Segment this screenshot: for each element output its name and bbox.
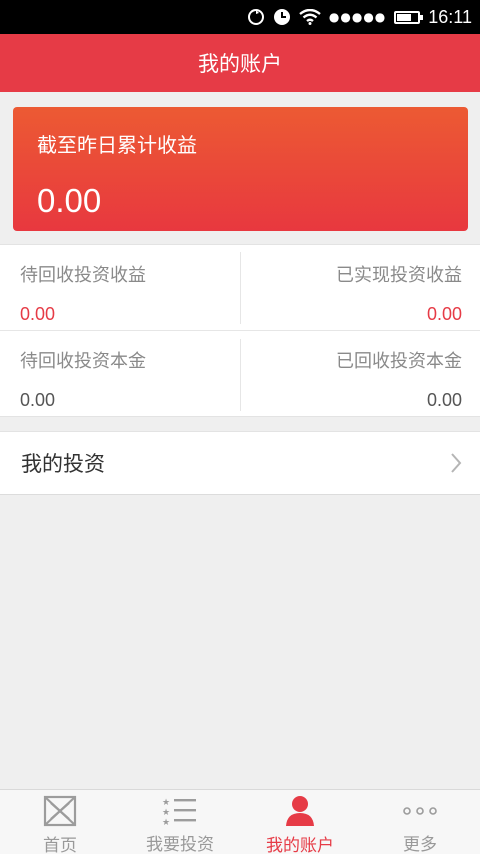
pending-principal-value: 0.00 <box>20 390 56 410</box>
stats-divider <box>240 252 241 324</box>
my-investments-label: 我的投资 <box>21 452 105 476</box>
realized-income-label: 已实现投资收益 <box>336 265 462 286</box>
status-time: 16:11 <box>428 6 472 27</box>
more-icon <box>402 795 438 826</box>
home-icon <box>43 795 77 827</box>
sync-icon <box>247 8 265 26</box>
stats-divider <box>240 339 241 411</box>
earnings-card: 截至昨日累计收益 0.00 <box>13 107 468 231</box>
stats-panel: 待回收投资收益 0.00 已实现投资收益 0.00 待回收投资本金 0.00 已… <box>0 244 480 417</box>
page-title: 我的账户 <box>198 52 282 76</box>
svg-text:★: ★ <box>162 818 170 826</box>
recovered-principal-cell: 已回收投资本金 0.00 <box>240 331 480 417</box>
earnings-value: 0.00 <box>37 182 102 219</box>
pending-principal-cell: 待回收投资本金 0.00 <box>0 331 240 417</box>
recovered-principal-value: 0.00 <box>426 390 462 410</box>
pending-principal-label: 待回收投资本金 <box>20 351 146 372</box>
realized-income-cell: 已实现投资收益 0.00 <box>240 245 480 331</box>
list-icon: ★ ★ ★ <box>162 795 198 826</box>
app-header: 我的账户 <box>0 34 480 92</box>
tab-home-label: 首页 <box>43 836 77 854</box>
pending-income-cell: 待回收投资收益 0.00 <box>0 245 240 331</box>
tab-home[interactable]: 首页 <box>0 790 120 854</box>
wifi-icon <box>299 9 321 25</box>
tab-invest[interactable]: ★ ★ ★ 我要投资 <box>120 790 240 854</box>
user-icon <box>285 795 315 827</box>
battery-icon <box>394 10 424 24</box>
svg-text:★: ★ <box>162 808 170 818</box>
realized-income-value: 0.00 <box>426 304 462 324</box>
pending-income-value: 0.00 <box>20 304 56 324</box>
tab-more[interactable]: 更多 <box>360 790 480 854</box>
status-bar: ●●●●● 16:11 <box>0 0 480 34</box>
signal-dots: ●●●●● <box>328 10 387 24</box>
recovered-principal-label: 已回收投资本金 <box>336 351 462 372</box>
clock-icon <box>273 8 291 26</box>
tab-account[interactable]: 我的账户 <box>240 790 360 854</box>
tab-bar: 首页 ★ ★ ★ 我要投资 我的账户 更多 <box>0 789 480 854</box>
tab-invest-label: 我要投资 <box>146 835 214 854</box>
pending-income-label: 待回收投资收益 <box>20 265 146 286</box>
chevron-right-icon <box>450 452 462 479</box>
tab-more-label: 更多 <box>403 835 437 854</box>
svg-text:★: ★ <box>162 798 170 808</box>
my-investments-row[interactable]: 我的投资 <box>0 431 480 495</box>
tab-account-label: 我的账户 <box>266 836 334 854</box>
earnings-label: 截至昨日累计收益 <box>37 133 197 157</box>
